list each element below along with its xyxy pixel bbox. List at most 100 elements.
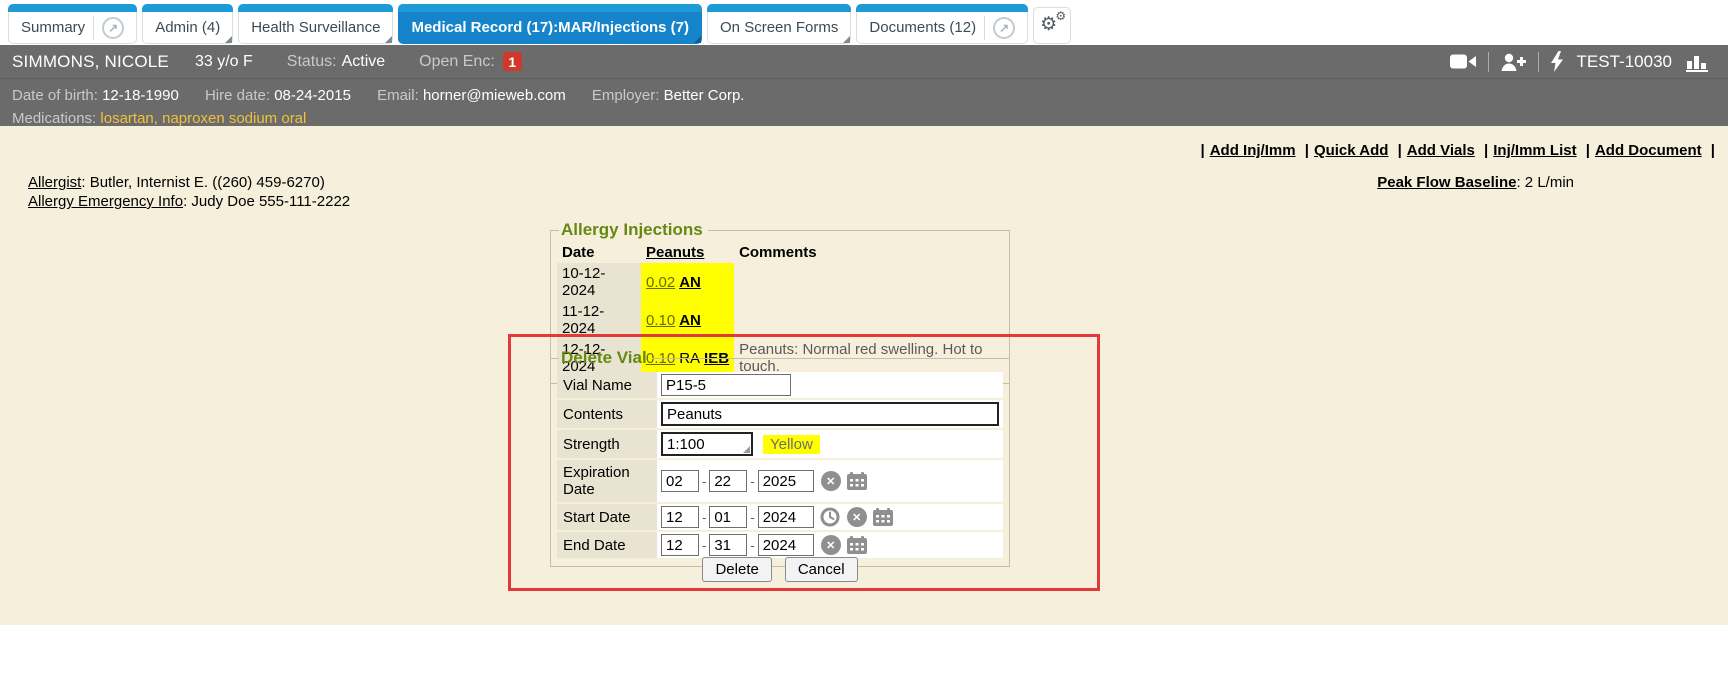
- end-year-input[interactable]: [758, 534, 814, 556]
- expiration-month-input[interactable]: [661, 470, 699, 492]
- add-person-icon[interactable]: [1501, 53, 1526, 71]
- end-month-input[interactable]: [661, 534, 699, 556]
- injection-dose-cell: 0.10AN: [641, 301, 734, 339]
- clock-icon[interactable]: [820, 507, 840, 527]
- clear-date-icon[interactable]: ✕: [821, 535, 841, 555]
- lightning-bolt-icon[interactable]: [1551, 51, 1563, 72]
- employer-value: Better Corp.: [664, 87, 745, 104]
- popout-icon[interactable]: ↗: [102, 17, 124, 39]
- peak-flow-baseline: Peak Flow Baseline: 2 L/min: [1377, 174, 1574, 191]
- hire-date-label: Hire date:: [205, 87, 270, 104]
- date-separator: -: [702, 510, 706, 525]
- action-links-row: |Add Inj/Imm |Quick Add |Add Vials |Inj/…: [1196, 142, 1720, 159]
- allergy-injections-title: Allergy Injections: [559, 220, 708, 240]
- divider: [1538, 52, 1539, 72]
- injection-comment: [734, 301, 1003, 339]
- tab-menu-corner-icon: [385, 36, 392, 43]
- date-separator: -: [750, 474, 754, 489]
- medications-label: Medications:: [12, 110, 96, 127]
- open-enc-label: Open Enc:: [419, 53, 495, 71]
- hire-date-value: 08-24-2015: [274, 87, 351, 104]
- clear-date-icon[interactable]: ✕: [847, 507, 867, 527]
- tab-menu-corner-icon: [843, 36, 850, 43]
- vial-name-row: Vial Name: [557, 372, 1003, 398]
- chart-icon[interactable]: [1686, 52, 1712, 72]
- date-separator: -: [702, 474, 706, 489]
- injection-dose-cell: 0.02AN: [641, 263, 734, 301]
- open-enc-badge[interactable]: 1: [503, 52, 522, 71]
- medication-link-naproxen[interactable]: naproxen sodium oral: [162, 110, 306, 127]
- strength-input[interactable]: [661, 432, 753, 456]
- patient-bar: SIMMONS, NICOLE 33 y/o F Status: Active …: [0, 45, 1728, 78]
- gear-small-icon: ⚙: [1055, 10, 1066, 22]
- injection-date: 11-12-2024: [557, 301, 641, 339]
- tab-on-screen-forms-label: On Screen Forms: [720, 19, 838, 36]
- status-label: Status:: [287, 53, 337, 71]
- allergy-emergency-line: Allergy Emergency Info: Judy Doe 555-111…: [28, 192, 350, 211]
- start-date-label: Start Date: [557, 504, 657, 530]
- strength-label: Strength: [557, 430, 657, 458]
- resize-handle-icon[interactable]: [743, 446, 750, 453]
- tab-medical-record[interactable]: Medical Record (17):MAR/Injections (7): [398, 4, 702, 44]
- allergy-emergency-value: : Judy Doe 555-111-2222: [183, 193, 350, 210]
- start-day-input[interactable]: [709, 506, 747, 528]
- calendar-icon[interactable]: [847, 472, 867, 490]
- col-header-peanuts[interactable]: Peanuts: [641, 242, 734, 263]
- tab-strip: [398, 4, 702, 12]
- reaction-code-link[interactable]: AN: [679, 274, 701, 291]
- settings-gear-button[interactable]: ⚙ ⚙: [1033, 7, 1071, 44]
- tab-on-screen-forms[interactable]: On Screen Forms: [707, 4, 851, 44]
- allergy-emergency-info-link[interactable]: Allergy Emergency Info: [28, 193, 183, 210]
- tab-divider: [93, 16, 94, 40]
- col-header-date: Date: [557, 242, 641, 263]
- injection-comment: [734, 263, 1003, 301]
- separator: |: [1484, 142, 1488, 159]
- allergist-line: Allergist: Butler, Internist E. ((260) 4…: [28, 173, 350, 192]
- clear-date-icon[interactable]: ✕: [821, 471, 841, 491]
- expiration-date-label: Expiration Date: [557, 460, 657, 502]
- reaction-code-link[interactable]: AN: [679, 312, 701, 329]
- medication-link-losartan[interactable]: losartan: [100, 110, 153, 127]
- contents-label: Contents: [557, 400, 657, 428]
- calendar-icon[interactable]: [873, 508, 893, 526]
- injections-header-row: Date Peanuts Comments: [557, 242, 1003, 263]
- expiration-date-row: Expiration Date - - ✕: [557, 460, 1003, 502]
- tab-medical-record-label: Medical Record (17):MAR/Injections (7): [411, 19, 689, 36]
- tab-documents[interactable]: Documents (12) ↗: [856, 4, 1028, 44]
- tab-health-surveillance[interactable]: Health Surveillance: [238, 4, 393, 44]
- date-separator: -: [702, 538, 706, 553]
- start-year-input[interactable]: [758, 506, 814, 528]
- cancel-button[interactable]: Cancel: [785, 557, 858, 582]
- calendar-icon[interactable]: [847, 536, 867, 554]
- peak-flow-baseline-link[interactable]: Peak Flow Baseline: [1377, 174, 1516, 191]
- video-camera-icon[interactable]: [1450, 53, 1476, 70]
- allergist-link[interactable]: Allergist: [28, 174, 81, 191]
- quick-add-link[interactable]: Quick Add: [1314, 142, 1388, 159]
- contents-input[interactable]: [661, 402, 999, 426]
- delete-button[interactable]: Delete: [702, 557, 771, 582]
- add-inj-imm-link[interactable]: Add Inj/Imm: [1210, 142, 1296, 159]
- status-value: Active: [342, 53, 386, 71]
- peanuts-column-link[interactable]: Peanuts: [646, 244, 704, 261]
- vial-name-input[interactable]: [661, 374, 791, 396]
- tab-admin[interactable]: Admin (4): [142, 4, 233, 44]
- tab-summary[interactable]: Summary ↗: [8, 4, 137, 44]
- tab-admin-label: Admin (4): [155, 19, 220, 36]
- patient-name: SIMMONS, NICOLE: [12, 52, 169, 72]
- tab-summary-label: Summary: [21, 19, 85, 36]
- peak-flow-baseline-value: : 2 L/min: [1516, 174, 1574, 191]
- expiration-day-input[interactable]: [709, 470, 747, 492]
- dose-link[interactable]: 0.10: [646, 312, 675, 329]
- end-day-input[interactable]: [709, 534, 747, 556]
- popout-icon[interactable]: ↗: [993, 17, 1015, 39]
- tab-strip: [238, 4, 393, 12]
- email-value: horner@mieweb.com: [423, 87, 566, 104]
- tab-strip: [142, 4, 233, 12]
- add-vials-link[interactable]: Add Vials: [1407, 142, 1475, 159]
- dose-link[interactable]: 0.02: [646, 274, 675, 291]
- start-month-input[interactable]: [661, 506, 699, 528]
- allergist-value: : Butler, Internist E. ((260) 459-6270): [81, 174, 324, 191]
- add-document-link[interactable]: Add Document: [1595, 142, 1702, 159]
- expiration-year-input[interactable]: [758, 470, 814, 492]
- inj-imm-list-link[interactable]: Inj/Imm List: [1493, 142, 1576, 159]
